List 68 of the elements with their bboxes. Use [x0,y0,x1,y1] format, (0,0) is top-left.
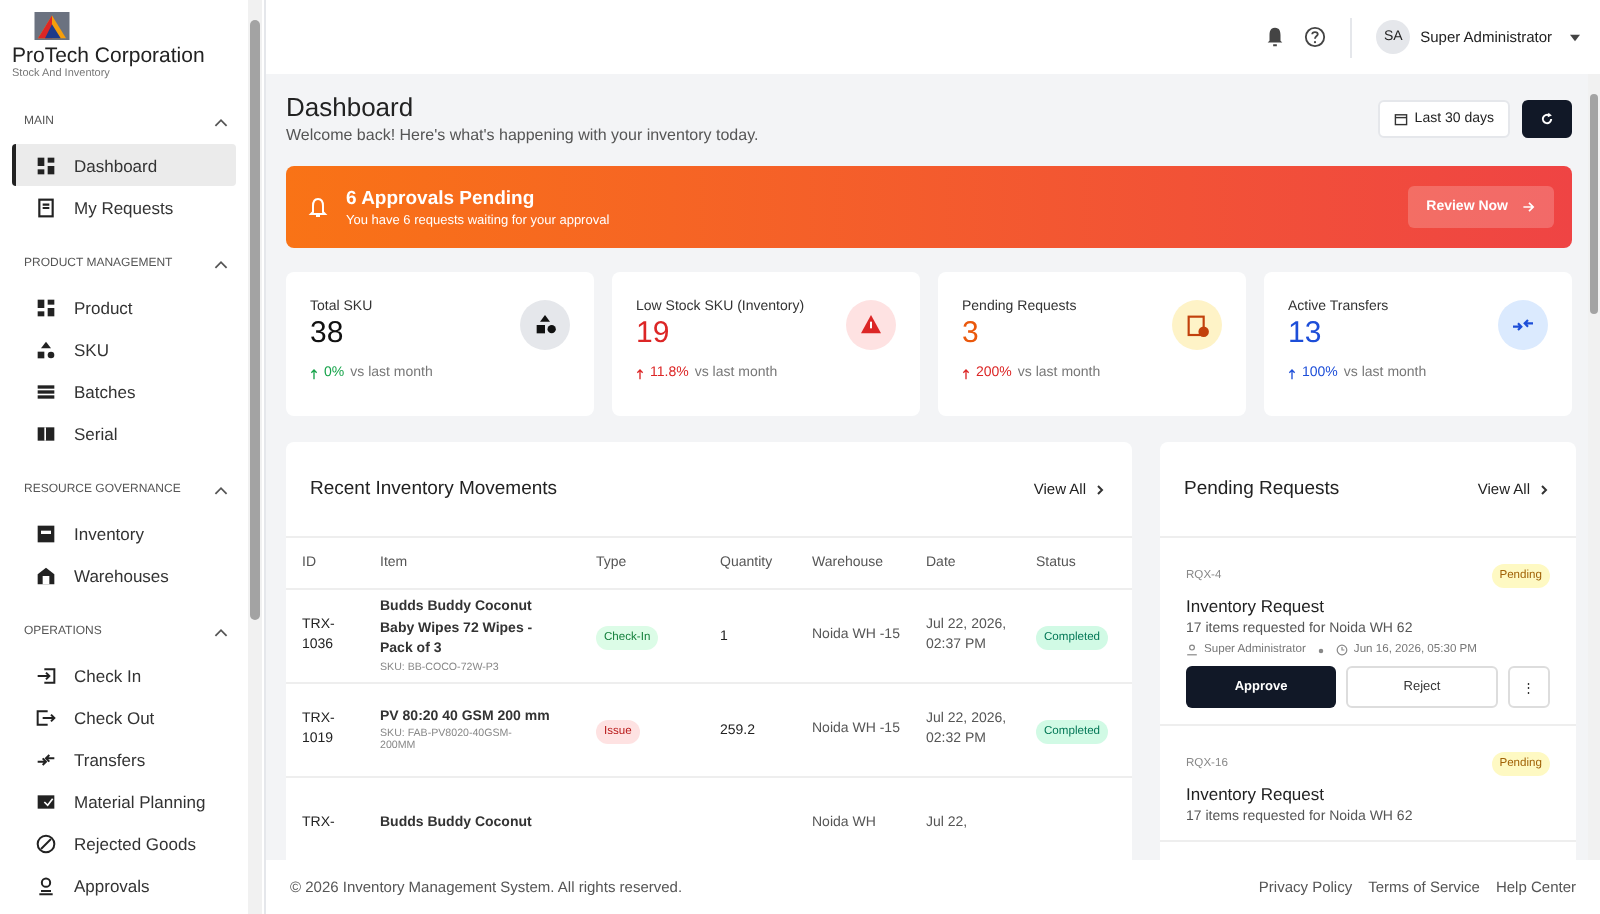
stat-value: 3 [962,316,981,350]
stat-icon [1498,300,1548,350]
help-icon[interactable] [1304,26,1327,48]
menu-icon [36,197,56,217]
menu-icon [36,523,56,543]
sidebar-item[interactable]: Approvals [12,864,236,906]
chevron-up-icon[interactable] [214,117,228,127]
card-title: Recent Inventory Movements [310,478,558,500]
sidebar-item[interactable]: Rejected Goods [12,822,236,864]
person-icon [1186,644,1198,656]
menu-icon [36,381,56,401]
sidebar-item[interactable]: Warehouses [12,554,236,596]
stat-value: 19 [636,316,672,350]
bell-icon [306,195,330,219]
sidebar-item[interactable]: Serial [12,412,236,454]
stat-icon [1172,300,1222,350]
sidebar-item[interactable]: Dashboard [12,144,236,186]
menu-icon [36,155,56,175]
page-title: Dashboard [286,92,416,122]
logo-icon [34,12,70,40]
arrow-up-icon [962,367,970,379]
menu-icon [36,423,56,443]
sidebar-item[interactable]: My Requests [12,186,236,228]
card-title: Pending Requests [1184,478,1340,500]
clock-icon [1335,644,1348,656]
arrow-up-icon [636,367,644,379]
chevron-right-icon [1096,483,1104,495]
menu-icon [36,791,56,811]
sidebar-item[interactable]: Check In [12,654,236,696]
bell-icon[interactable] [1264,26,1287,48]
sidebar-item[interactable]: Check Out [12,696,236,738]
menu-icon [36,875,56,895]
menu-icon [36,749,56,769]
stat-icon [520,300,570,350]
arrow-right-icon [1522,200,1536,214]
scrollbar[interactable] [1588,74,1600,860]
stat-value: 13 [1288,316,1324,350]
caret-icon[interactable] [1570,33,1580,41]
sidebar-item[interactable]: SKU [12,328,236,370]
chevron-up-icon[interactable] [214,259,228,269]
arrow-up-icon [310,367,318,379]
arrow-up-icon [1288,367,1296,379]
refresh-button[interactable] [1522,100,1572,138]
calendar-icon [1394,112,1409,126]
menu-icon [36,339,56,359]
menu-icon [36,707,56,727]
sidebar-item[interactable]: Inventory [12,512,236,554]
chevron-up-icon[interactable] [214,627,228,637]
request-title: Inventory Request [1186,784,1326,804]
chevron-right-icon [1540,483,1548,495]
menu-icon [36,297,56,317]
menu-icon [36,833,56,853]
stat-icon [846,300,896,350]
sidebar-item[interactable]: Product [12,286,236,328]
page-subtitle: Welcome back! Here's what's happening with your inventory today. [286,126,759,144]
menu-icon [36,665,56,685]
scrollbar[interactable] [248,0,262,914]
alert-title: 6 Approvals Pending [346,187,537,209]
sidebar-item[interactable]: Transfers [12,738,236,780]
sidebar-item[interactable]: Batches [12,370,236,412]
sidebar-item[interactable]: Material Planning [12,780,236,822]
menu-icon [36,565,56,585]
request-title: Inventory Request [1186,596,1326,616]
brand-name: ProTech Corporation [12,44,207,68]
stat-value: 38 [310,316,346,350]
chevron-up-icon[interactable] [214,485,228,495]
separator-dot-icon [1317,647,1324,653]
refresh-icon [1540,112,1554,126]
